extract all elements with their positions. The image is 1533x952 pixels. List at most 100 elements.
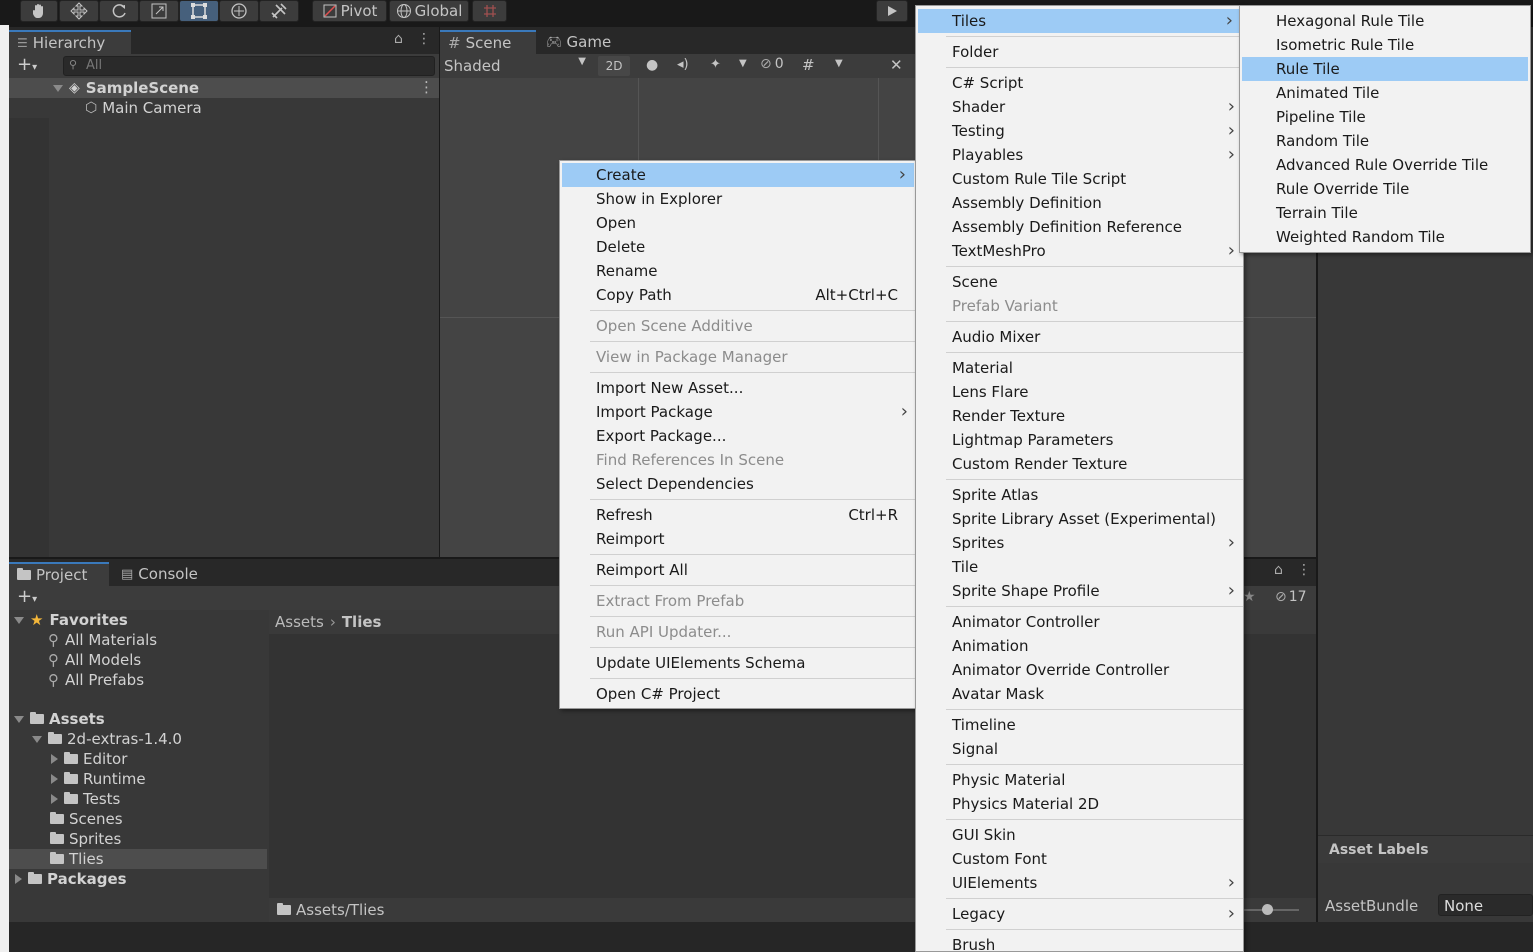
tile-item-advanced-rule-override-tile[interactable]: Advanced Rule Override Tile [1240,153,1530,177]
tile-item-pipeline-tile[interactable]: Pipeline Tile [1240,105,1530,129]
tile-item-random-tile[interactable]: Random Tile [1240,129,1530,153]
create-item-lightmap-parameters[interactable]: Lightmap Parameters [916,428,1243,452]
create-item-playables[interactable]: Playables › [916,143,1243,167]
create-item-custom-render-texture[interactable]: Custom Render Texture [916,452,1243,476]
create-item-tiles[interactable]: Tiles › [918,9,1241,33]
effects-dropdown-icon[interactable]: ▼ [739,58,747,69]
shading-mode-dropdown[interactable]: Shaded ▼ [444,56,590,76]
menu-item-select-dependencies[interactable]: Select Dependencies [560,472,916,496]
create-item-scene[interactable]: Scene [916,270,1243,294]
lighting-icon[interactable]: ● [646,57,658,73]
menu-item-open-c-project[interactable]: Open C# Project [560,682,916,706]
tile-item-hexagonal-rule-tile[interactable]: Hexagonal Rule Tile [1240,9,1530,33]
menu-item-delete[interactable]: Delete [560,235,916,259]
star-icon[interactable]: ★ [1243,589,1256,605]
menu-item-export-package[interactable]: Export Package... [560,424,916,448]
tools-icon[interactable]: ✕ [890,56,903,74]
menu-item-update-uielements-schema[interactable]: Update UIElements Schema [560,651,916,675]
create-item-animator-override-controller[interactable]: Animator Override Controller [916,658,1243,682]
assetbundle-dropdown[interactable]: None [1438,894,1533,916]
folder-row[interactable]: Runtime [9,769,267,789]
create-item-gui-skin[interactable]: GUI Skin [916,823,1243,847]
create-item-custom-rule-tile-script[interactable]: Custom Rule Tile Script [916,167,1243,191]
create-item-tile[interactable]: Tile [916,555,1243,579]
tile-item-weighted-random-tile[interactable]: Weighted Random Tile [1240,225,1530,249]
create-item-signal[interactable]: Signal [916,737,1243,761]
menu-item-create[interactable]: Create › [562,163,914,187]
tab-hierarchy[interactable]: ☰ Hierarchy [9,30,131,54]
tab-project[interactable]: Project [9,562,109,586]
hierarchy-search-input[interactable]: ⚲ All [63,56,435,76]
create-item-material[interactable]: Material [916,356,1243,380]
create-item-custom-font[interactable]: Custom Font [916,847,1243,871]
hierarchy-item[interactable]: ⬡ Main Camera [9,98,439,118]
hidden-objects-toggle[interactable]: ⊘ 0 [760,56,784,72]
create-item-assembly-definition-reference[interactable]: Assembly Definition Reference [916,215,1243,239]
create-item-shader[interactable]: Shader › [916,95,1243,119]
menu-item-show-in-explorer[interactable]: Show in Explorer [560,187,916,211]
create-item-physic-material[interactable]: Physic Material [916,768,1243,792]
kebab-menu-icon[interactable]: ⋮ [1297,562,1311,578]
pivot-toggle[interactable]: Pivot [312,0,387,22]
menu-item-reimport[interactable]: Reimport [560,527,916,551]
tile-item-terrain-tile[interactable]: Terrain Tile [1240,201,1530,225]
create-item-avatar-mask[interactable]: Avatar Mask [916,682,1243,706]
menu-item-open[interactable]: Open [560,211,916,235]
create-item-folder[interactable]: Folder [916,40,1243,64]
add-dropdown-button[interactable]: +▾ [17,54,37,75]
folder-row[interactable]: Tests [9,789,267,809]
lock-icon[interactable]: ⌂ [394,31,403,47]
hand-tool-icon[interactable] [20,0,58,22]
custom-tool-icon[interactable] [259,0,299,22]
asset-labels-header[interactable]: Asset Labels [1318,835,1533,863]
tile-item-animated-tile[interactable]: Animated Tile [1240,81,1530,105]
folder-row[interactable]: Scenes [9,809,267,829]
create-item-animator-controller[interactable]: Animator Controller [916,610,1243,634]
tile-item-isometric-rule-tile[interactable]: Isometric Rule Tile [1240,33,1530,57]
create-item-c-script[interactable]: C# Script [916,71,1243,95]
grid-icon[interactable]: # [802,56,815,74]
tab-scene[interactable]: # Scene [440,30,536,54]
play-button[interactable] [876,0,908,22]
hidden-packages-toggle[interactable]: ⊘ 17 [1275,589,1307,605]
tile-item-rule-tile[interactable]: Rule Tile [1242,57,1528,81]
scene-menu-icon[interactable]: ⋮ [419,78,434,96]
favorites-row[interactable]: ★ Favorites [9,610,267,630]
create-item-lens-flare[interactable]: Lens Flare [916,380,1243,404]
create-item-audio-mixer[interactable]: Audio Mixer [916,325,1243,349]
grid-dropdown-icon[interactable]: ▼ [835,58,843,69]
folder-row-selected[interactable]: Tlies [9,849,267,869]
audio-icon[interactable]: ◂) [677,57,689,72]
tile-item-rule-override-tile[interactable]: Rule Override Tile [1240,177,1530,201]
rect-tool-icon[interactable] [179,0,219,22]
favorite-item[interactable]: ⚲ All Prefabs [9,670,267,690]
create-item-testing[interactable]: Testing › [916,119,1243,143]
rotate-tool-icon[interactable] [99,0,139,22]
global-toggle[interactable]: Global [389,0,469,22]
create-item-sprite-library-asset-experimental[interactable]: Sprite Library Asset (Experimental) [916,507,1243,531]
create-item-legacy[interactable]: Legacy › [916,902,1243,926]
create-item-textmeshpro[interactable]: TextMeshPro › [916,239,1243,263]
create-item-sprites[interactable]: Sprites › [916,531,1243,555]
create-item-sprite-atlas[interactable]: Sprite Atlas [916,483,1243,507]
create-item-render-texture[interactable]: Render Texture [916,404,1243,428]
breadcrumb-root[interactable]: Assets [275,613,324,631]
folder-row[interactable]: 2d-extras-1.4.0 [9,729,267,749]
menu-item-copy-path[interactable]: Copy Path Alt+Ctrl+C [560,283,916,307]
packages-row[interactable]: Packages [9,869,267,889]
menu-item-import-new-asset[interactable]: Import New Asset... [560,376,916,400]
lock-icon[interactable]: ⌂ [1274,562,1283,578]
grid-snap-icon[interactable] [472,0,507,22]
create-item-timeline[interactable]: Timeline [916,713,1243,737]
favorite-item[interactable]: ⚲ All Models [9,650,267,670]
scale-tool-icon[interactable] [139,0,179,22]
menu-item-reimport-all[interactable]: Reimport All [560,558,916,582]
transform-tool-icon[interactable] [219,0,259,22]
favorite-item[interactable]: ⚲ All Materials [9,630,267,650]
breadcrumb-current[interactable]: Tlies [342,613,382,631]
menu-item-rename[interactable]: Rename [560,259,916,283]
assets-row[interactable]: Assets [9,709,267,729]
zoom-slider-thumb[interactable] [1262,904,1273,915]
tab-game[interactable]: 🎮︎ Game [538,30,628,54]
effects-icon[interactable]: ✦ [710,57,721,72]
